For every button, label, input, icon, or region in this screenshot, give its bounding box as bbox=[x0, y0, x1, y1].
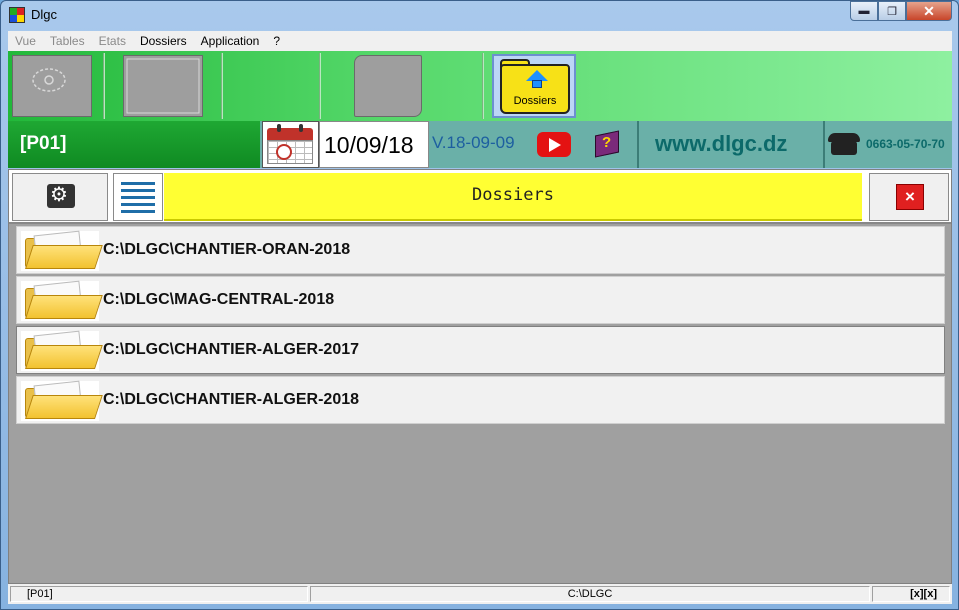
dossier-path: C:\DLGC\CHANTIER-ORAN-2018 bbox=[103, 241, 351, 258]
menu-bar: Vue Tables Etats Dossiers Application ? bbox=[8, 31, 952, 51]
menu-etats[interactable]: Etats bbox=[92, 34, 133, 48]
title-bar[interactable]: Dlgc ▬ ❐ ✕ bbox=[1, 1, 958, 29]
close-icon: × bbox=[896, 184, 924, 210]
folder-icon bbox=[21, 330, 103, 371]
folder-upload-icon: Dossiers bbox=[500, 64, 570, 114]
dossier-path: C:\DLGC\MAG-CENTRAL-2018 bbox=[103, 291, 335, 308]
clock-icon bbox=[276, 144, 292, 160]
window-title: Dlgc bbox=[31, 7, 58, 22]
minimize-button[interactable]: ▬ bbox=[850, 1, 878, 21]
panel-close-button[interactable]: × bbox=[869, 173, 949, 221]
menu-vue[interactable]: Vue bbox=[8, 34, 43, 48]
profile-indicator: [P01] bbox=[8, 121, 260, 168]
dossier-row[interactable]: C:\DLGC\CHANTIER-ORAN-2018 bbox=[16, 226, 945, 274]
folder-icon bbox=[21, 380, 103, 421]
calendar-icon[interactable] bbox=[262, 121, 319, 168]
dossier-row-selected[interactable]: C:\DLGC\CHANTIER-ALGER-2017 bbox=[16, 326, 945, 374]
dossiers-panel: Dossiers × C:\DLGC\CHANTIER-ORAN-2018 C:… bbox=[8, 169, 952, 584]
settings-button[interactable] bbox=[12, 173, 108, 221]
website-link[interactable]: www.dlgc.dz bbox=[640, 121, 823, 168]
panel-header: Dossiers × bbox=[9, 170, 951, 224]
toolbar-separator bbox=[319, 53, 321, 119]
dossier-path: C:\DLGC\CHANTIER-ALGER-2018 bbox=[103, 391, 360, 408]
current-date: 10/09/18 bbox=[319, 121, 429, 168]
status-path: C:\DLGC bbox=[310, 586, 870, 602]
infobar-separator bbox=[823, 121, 825, 168]
list-view-button[interactable] bbox=[113, 173, 163, 221]
toolbar-separator bbox=[103, 53, 105, 119]
info-bar: [P01] 10/09/18 V.18-09-09 ? www.dlgc.dz … bbox=[8, 121, 952, 168]
dossiers-toolbar-button[interactable]: Dossiers bbox=[492, 54, 576, 118]
folder-icon bbox=[21, 230, 103, 271]
dossier-row[interactable]: C:\DLGC\MAG-CENTRAL-2018 bbox=[16, 276, 945, 324]
menu-help[interactable]: ? bbox=[266, 34, 287, 48]
app-version: V.18-09-09 bbox=[429, 121, 529, 168]
main-toolbar: Dossiers bbox=[8, 51, 952, 121]
toolbar-slot-reports[interactable] bbox=[354, 55, 422, 117]
dossiers-list: C:\DLGC\CHANTIER-ORAN-2018 C:\DLGC\MAG-C… bbox=[16, 226, 945, 426]
gear-icon bbox=[47, 182, 75, 208]
menu-dossiers[interactable]: Dossiers bbox=[133, 34, 194, 48]
menu-application[interactable]: Application bbox=[194, 34, 267, 48]
eye-icon bbox=[32, 68, 66, 92]
dossier-row[interactable]: C:\DLGC\CHANTIER-ALGER-2018 bbox=[16, 376, 945, 424]
infobar-separator bbox=[637, 121, 639, 168]
toolbar-slot-tables[interactable] bbox=[123, 55, 203, 117]
youtube-icon[interactable] bbox=[537, 132, 571, 157]
toolbar-separator bbox=[221, 53, 223, 119]
app-window: Dlgc ▬ ❐ ✕ Vue Tables Etats Dossiers App… bbox=[0, 0, 959, 610]
toolbar-separator bbox=[482, 53, 484, 119]
list-icon bbox=[121, 182, 155, 185]
maximize-button[interactable]: ❐ bbox=[878, 1, 906, 21]
table-icon bbox=[126, 58, 200, 114]
phone-icon bbox=[828, 133, 860, 155]
close-window-button[interactable]: ✕ bbox=[906, 1, 952, 21]
toolbar-slot-view[interactable] bbox=[12, 55, 92, 117]
status-bar: [P01] C:\DLGC [x][x] bbox=[8, 584, 952, 604]
status-profile: [P01] bbox=[10, 586, 308, 602]
folder-icon bbox=[21, 280, 103, 321]
phone-number: 0663-05-70-70 bbox=[866, 137, 945, 151]
menu-tables[interactable]: Tables bbox=[43, 34, 92, 48]
dossiers-toolbar-label: Dossiers bbox=[513, 95, 557, 107]
app-logo-icon bbox=[9, 7, 25, 23]
dossier-path: C:\DLGC\CHANTIER-ALGER-2017 bbox=[103, 341, 360, 358]
help-book-icon[interactable]: ? bbox=[592, 130, 622, 160]
panel-title: Dossiers bbox=[164, 173, 862, 221]
status-indicator: [x][x] bbox=[872, 586, 950, 602]
